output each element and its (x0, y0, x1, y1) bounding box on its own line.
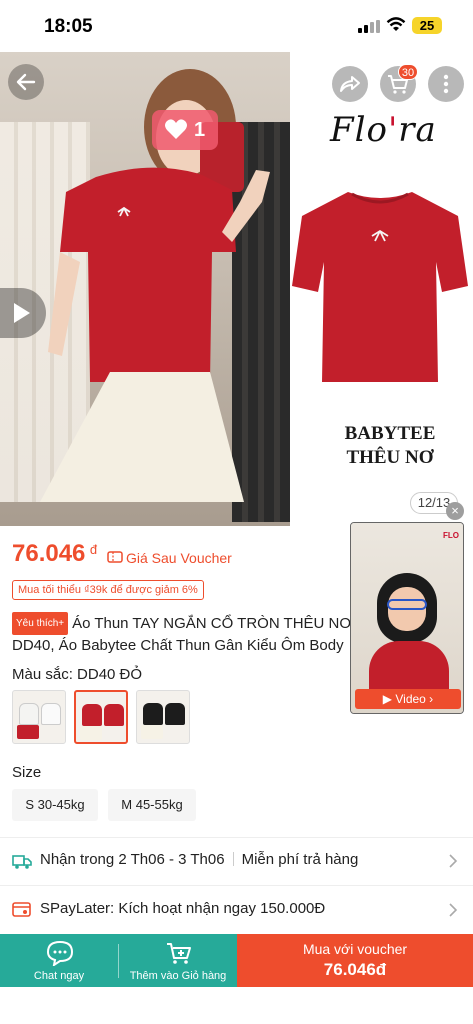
cart-count-badge: 30 (398, 64, 418, 80)
video-presenter-glasses (387, 599, 427, 610)
divider (0, 885, 473, 886)
spaylater-icon (12, 902, 31, 917)
buy-label: Mua với voucher (302, 941, 408, 957)
banner-text: BABYTEE THÊU NƠ (330, 422, 450, 470)
floating-video-player[interactable]: FLO ▶ Video › (350, 522, 464, 714)
video-play-icon: ▶ (382, 692, 396, 706)
back-arrow-icon (16, 73, 36, 91)
status-bar: 18:05 25 (0, 0, 473, 52)
share-icon (340, 76, 360, 92)
spaylater-row[interactable]: SPayLater: Kích hoạt nhận ngay 150.000Đ (0, 887, 473, 933)
swatch-shirt (82, 704, 102, 726)
price-amount: 76.046 (12, 540, 86, 567)
favorite-badge: Yêu thích+ (12, 612, 69, 635)
buy-with-voucher-button[interactable]: Mua với voucher 76.046đ (237, 934, 473, 987)
share-button[interactable] (332, 66, 368, 102)
heart-icon (165, 119, 187, 139)
swatch-shirt (165, 703, 185, 725)
product-title: Yêu thích+ Áo Thun TAY NGẮN CỔ TRÒN THÊU … (12, 612, 360, 656)
video-button-label: Video (395, 692, 426, 706)
add-to-cart-button[interactable]: Thêm vào Giỏ hàng (119, 934, 237, 987)
banner-text-line2: THÊU NƠ (346, 447, 434, 468)
spaylater-text: SPayLater: Kích hoạt nhận ngay 150.000Đ (40, 900, 326, 917)
price-section: 76.046 đ Giá Sau Voucher (12, 540, 232, 568)
more-dots-icon (443, 74, 449, 94)
separator (232, 852, 234, 866)
color-swatch-red[interactable] (74, 690, 128, 744)
swatch-shirt (104, 704, 124, 726)
color-swatch-black[interactable] (136, 690, 190, 744)
swatch-shirt (41, 703, 61, 725)
home-indicator-area (0, 987, 473, 1024)
color-swatch-white[interactable] (12, 690, 66, 744)
product-image-carousel[interactable]: Flo'ra BABYTEE THÊU NƠ 12/13 30 1 (0, 52, 473, 526)
swatch-skirt (141, 725, 163, 739)
video-brand-logo: FLO (443, 531, 459, 540)
voucher-condition-tag[interactable]: Mua tối thiểu ₫39k để được giảm 6% (12, 580, 204, 600)
chevron-right-icon (449, 903, 458, 917)
add-cart-icon (167, 943, 191, 964)
add-to-cart-label: Thêm vào Giỏ hàng (129, 970, 227, 982)
chat-label: Chat ngay (33, 970, 85, 982)
video-button[interactable]: ▶ Video › (355, 689, 461, 709)
more-button[interactable] (428, 66, 464, 102)
free-returns: Miễn phí trả hàng (241, 851, 359, 868)
chevron-right-icon (449, 854, 458, 868)
chat-icon (46, 940, 74, 966)
swatch-skirt (80, 726, 102, 740)
voucher-icon (107, 551, 123, 563)
color-label: Màu sắc: DD40 ĐỎ (12, 666, 143, 683)
truck-icon (12, 855, 32, 869)
size-option-m[interactable]: M 45-55kg (108, 789, 196, 821)
like-count: 1 (194, 119, 206, 141)
shipping-text: Nhận trong 2 Th06 - 3 Th06 Miễn phí trả h… (40, 851, 358, 868)
size-option-s[interactable]: S 30-45kg (12, 789, 98, 821)
battery-icon: 25 (412, 17, 442, 34)
price-currency: đ (89, 542, 98, 557)
swatch-skirt (17, 725, 39, 739)
shipping-row[interactable]: Nhận trong 2 Th06 - 3 Th06 Miễn phí trả h… (0, 838, 473, 884)
chevron-right-icon: › (425, 692, 434, 706)
brand-logo: Flo'ra (330, 110, 437, 150)
buy-price: 76.046đ (323, 960, 387, 979)
delivery-date: Nhận trong 2 Th06 - 3 Th06 (40, 851, 225, 868)
wifi-icon (386, 17, 406, 31)
back-button[interactable] (8, 64, 44, 100)
signal-icon (358, 20, 380, 33)
swatch-shirt (19, 703, 39, 725)
product-shirt-image (292, 192, 468, 382)
swatch-shirt (143, 703, 163, 725)
bottom-action-bar: Chat ngay Thêm vào Giỏ hàng Mua với vouc… (0, 934, 473, 987)
like-button[interactable]: 1 (152, 110, 218, 150)
play-icon (14, 303, 30, 323)
banner-text-line1: BABYTEE (344, 423, 436, 444)
close-video-button[interactable]: × (446, 502, 464, 520)
voucher-price-label: Giá Sau Voucher (126, 550, 232, 566)
chat-button[interactable]: Chat ngay (0, 934, 118, 987)
size-label: Size (12, 764, 42, 781)
status-time: 18:05 (44, 16, 93, 37)
